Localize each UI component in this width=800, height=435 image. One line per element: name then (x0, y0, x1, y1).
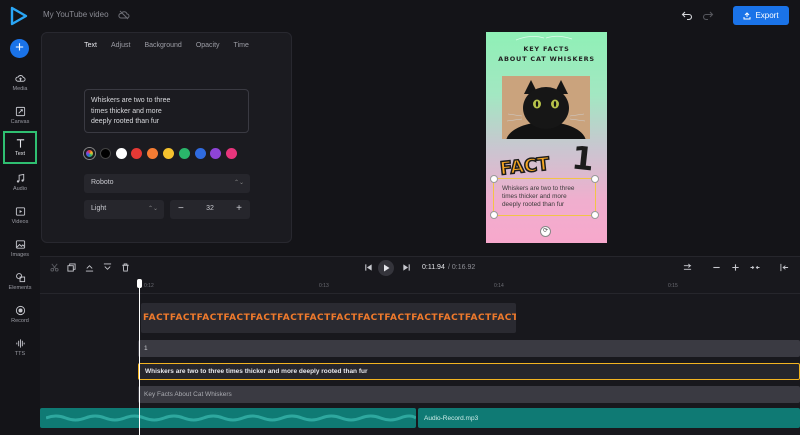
tab-text[interactable]: Text (84, 42, 97, 49)
bring-forward-icon[interactable] (85, 263, 94, 272)
text-content-input[interactable]: Whiskers are two to three times thicker … (84, 89, 249, 133)
play-icon (384, 264, 390, 272)
font-weight-select[interactable]: Light ⌃⌄ (84, 200, 164, 219)
tab-opacity[interactable]: Opacity (196, 42, 220, 49)
increase-size-button[interactable]: + (236, 203, 242, 214)
audio-record-clip[interactable]: Audio-Record.mp3 (418, 408, 800, 428)
canvas-title[interactable]: KEY FACTS ABOUT CAT WHISKERS (486, 44, 607, 64)
title-text-clip[interactable]: Key Facts About Cat Whiskers (138, 386, 800, 403)
resize-handle[interactable] (591, 175, 599, 183)
resize-handle[interactable] (591, 211, 599, 219)
sidebar-item-text[interactable]: Text (3, 131, 37, 164)
playhead-handle[interactable] (137, 279, 142, 288)
cloud-upload-icon (14, 74, 26, 82)
image-icon (15, 239, 25, 249)
rotate-icon[interactable]: ⟳ (540, 226, 551, 237)
scissors-icon[interactable] (50, 263, 59, 272)
svg-text:FACT: FACT (499, 154, 551, 177)
swatch-orange[interactable] (147, 148, 159, 159)
sidebar-item-elements[interactable]: Elements (3, 266, 37, 296)
color-picker-swatch[interactable] (84, 148, 95, 159)
chevron-updown-icon: ⌃⌄ (147, 206, 158, 212)
fit-timeline-icon[interactable] (749, 263, 761, 272)
swatch-green[interactable] (178, 148, 190, 159)
sidebar-item-audio[interactable]: Audio (3, 167, 37, 197)
selected-text-clip[interactable]: Whiskers are two to three times thicker … (138, 363, 800, 380)
shapes-icon (15, 272, 25, 282)
upload-icon (743, 11, 751, 19)
fact-graphic-clip[interactable]: FACTFACTFACTFACTFACTFACTFACTFACTFACTFACT… (141, 303, 516, 333)
font-size-stepper[interactable]: − 32 + (170, 200, 250, 219)
swatch-white[interactable] (115, 148, 127, 159)
time-ruler[interactable]: 0:12 0:13 0:14 0:15 (40, 280, 800, 294)
video-canvas-preview[interactable]: KEY FACTS ABOUT CAT WHISKERS FACT 1 Whis… (486, 32, 607, 243)
sidebar-item-record[interactable]: Record (3, 299, 37, 329)
tab-adjust[interactable]: Adjust (111, 42, 130, 49)
waveform (46, 414, 416, 422)
font-family-select[interactable]: Roboto ⌃⌄ (84, 174, 250, 193)
add-button[interactable]: + (10, 39, 29, 58)
timeline-toolbar: 0:11.94 / 0:16.92 (40, 257, 800, 279)
cloud-sync-icon (118, 10, 130, 20)
tab-time[interactable]: Time (234, 42, 249, 49)
timeline: 0:11.94 / 0:16.92 0:12 0:13 0:14 0:15 FA… (40, 256, 800, 435)
play-button[interactable] (378, 260, 394, 276)
zoom-in-icon[interactable] (731, 263, 740, 272)
split-tracks-icon[interactable] (683, 263, 692, 272)
project-title[interactable]: My YouTube video (43, 10, 109, 19)
left-sidebar: + Media Canvas Text Audio Videos Images … (0, 32, 40, 435)
swatch-pink[interactable] (226, 148, 238, 159)
export-button[interactable]: Export (733, 6, 789, 25)
resize-handle[interactable] (490, 175, 498, 183)
fact-graphic[interactable]: FACT 1 (496, 137, 596, 177)
video-editor: My YouTube video Export + Media Canvas T… (0, 0, 800, 435)
cat-photo[interactable] (502, 76, 590, 139)
sidebar-item-media[interactable]: Media (3, 67, 37, 97)
music-note-icon (16, 173, 24, 183)
canvas-body-text[interactable]: Whiskers are two to three times thicker … (502, 185, 592, 209)
resize-handle[interactable] (490, 211, 498, 219)
number-clip[interactable]: 1 (138, 340, 800, 357)
sidebar-item-images[interactable]: Images (3, 233, 37, 263)
color-swatches (84, 148, 238, 159)
text-icon (16, 139, 24, 148)
sidebar-item-canvas[interactable]: Canvas (3, 100, 37, 130)
duplicate-icon[interactable] (67, 263, 76, 272)
video-icon (15, 206, 25, 216)
skip-back-icon[interactable] (364, 263, 373, 272)
send-backward-icon[interactable] (103, 263, 112, 272)
trash-icon[interactable] (121, 263, 130, 272)
chevron-updown-icon: ⌃⌄ (233, 180, 244, 186)
text-properties-panel: Text Adjust Background Opacity Time Whis… (41, 32, 292, 243)
swatch-blue[interactable] (194, 148, 206, 159)
audio-clip[interactable] (40, 408, 416, 428)
sidebar-item-tts[interactable]: TTS (3, 332, 37, 362)
swatch-purple[interactable] (210, 148, 222, 159)
playhead[interactable] (139, 282, 140, 435)
property-tabs: Text Adjust Background Opacity Time (42, 42, 291, 49)
export-label: Export (755, 11, 779, 20)
zoom-out-icon[interactable] (712, 263, 721, 272)
waveform-icon (15, 338, 25, 348)
redo-icon[interactable] (702, 9, 714, 21)
record-icon (15, 305, 25, 315)
skip-forward-icon[interactable] (402, 263, 411, 272)
collapse-icon[interactable] (780, 263, 789, 272)
total-time: / 0:16.92 (448, 264, 476, 271)
app-logo-icon[interactable] (9, 6, 29, 26)
top-bar: My YouTube video Export (0, 0, 800, 32)
current-time: 0:11.94 (422, 264, 445, 271)
sidebar-item-videos[interactable]: Videos (3, 200, 37, 230)
tab-background[interactable]: Background (144, 42, 181, 49)
canvas-resize-icon (15, 106, 25, 116)
swatch-black[interactable] (99, 148, 111, 159)
svg-text:1: 1 (570, 138, 596, 177)
swatch-yellow[interactable] (162, 148, 174, 159)
undo-icon[interactable] (681, 9, 693, 21)
swatch-red[interactable] (131, 148, 143, 159)
